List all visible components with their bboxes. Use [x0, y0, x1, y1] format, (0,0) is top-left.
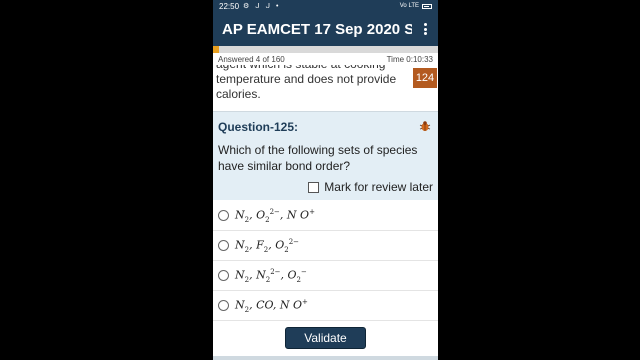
option-radio[interactable]: [218, 210, 229, 221]
status-bar: 22:50 ⚙ ᒍ ᒍ • Vo LTE: [213, 0, 438, 12]
option-radio[interactable]: [218, 300, 229, 311]
previous-question: agent which is stable at cooking tempera…: [213, 62, 438, 110]
phone-screen: 22:50 ⚙ ᒍ ᒍ • Vo LTE AP EAMCET 17 Sep 20…: [213, 0, 438, 360]
status-time: 22:50: [219, 1, 240, 11]
validate-button[interactable]: Validate: [285, 327, 366, 349]
options-list: N2, O22−, N O+ N2, F2, O22− N2, N22−, O2− N…: [213, 201, 438, 321]
option-text: N2, O22−, N O+: [235, 207, 315, 224]
option-3[interactable]: N2, N22−, O2−: [213, 261, 438, 291]
bottom-divider: [213, 356, 438, 360]
option-radio[interactable]: [218, 240, 229, 251]
option-radio[interactable]: [218, 270, 229, 281]
status-right: Vo LTE: [400, 3, 432, 9]
answered-count: Answered 4 of 160: [218, 54, 285, 64]
question-title: Question-125:: [218, 120, 299, 134]
timer: Time 0:10:33: [386, 54, 433, 64]
option-1[interactable]: N2, O22−, N O+: [213, 201, 438, 231]
option-text: N2, N22−, O2−: [235, 267, 307, 284]
footer: Validate: [213, 322, 438, 360]
more-vert-icon[interactable]: [420, 21, 430, 37]
battery-icon: [422, 3, 432, 9]
option-text: N2, CO, N O+: [235, 297, 308, 314]
app-title: AP EAMCET 17 Sep 2020 S...: [222, 20, 412, 38]
previous-question-text: agent which is stable at cooking tempera…: [216, 62, 397, 101]
question-text: Which of the following sets of species h…: [218, 143, 418, 173]
signal-label: Vo LTE: [399, 3, 419, 9]
progress-info-row: Answered 4 of 160 Time 0:10:33: [213, 53, 438, 65]
option-4[interactable]: N2, CO, N O+: [213, 291, 438, 321]
question-number-badge[interactable]: 124: [413, 68, 437, 88]
app-bar: AP EAMCET 17 Sep 2020 S...: [213, 12, 438, 46]
mark-review-checkbox[interactable]: [308, 181, 320, 193]
mark-review-label: Mark for review later: [324, 180, 433, 194]
option-2[interactable]: N2, F2, O22−: [213, 231, 438, 261]
bug-report-icon[interactable]: [419, 120, 431, 132]
notification-icons: ⚙ ᒍ ᒍ •: [243, 3, 281, 10]
option-text: N2, F2, O22−: [235, 237, 300, 254]
question-card: Question-125: Which of the following set…: [213, 111, 438, 200]
mark-review-row[interactable]: Mark for review later: [308, 180, 433, 194]
